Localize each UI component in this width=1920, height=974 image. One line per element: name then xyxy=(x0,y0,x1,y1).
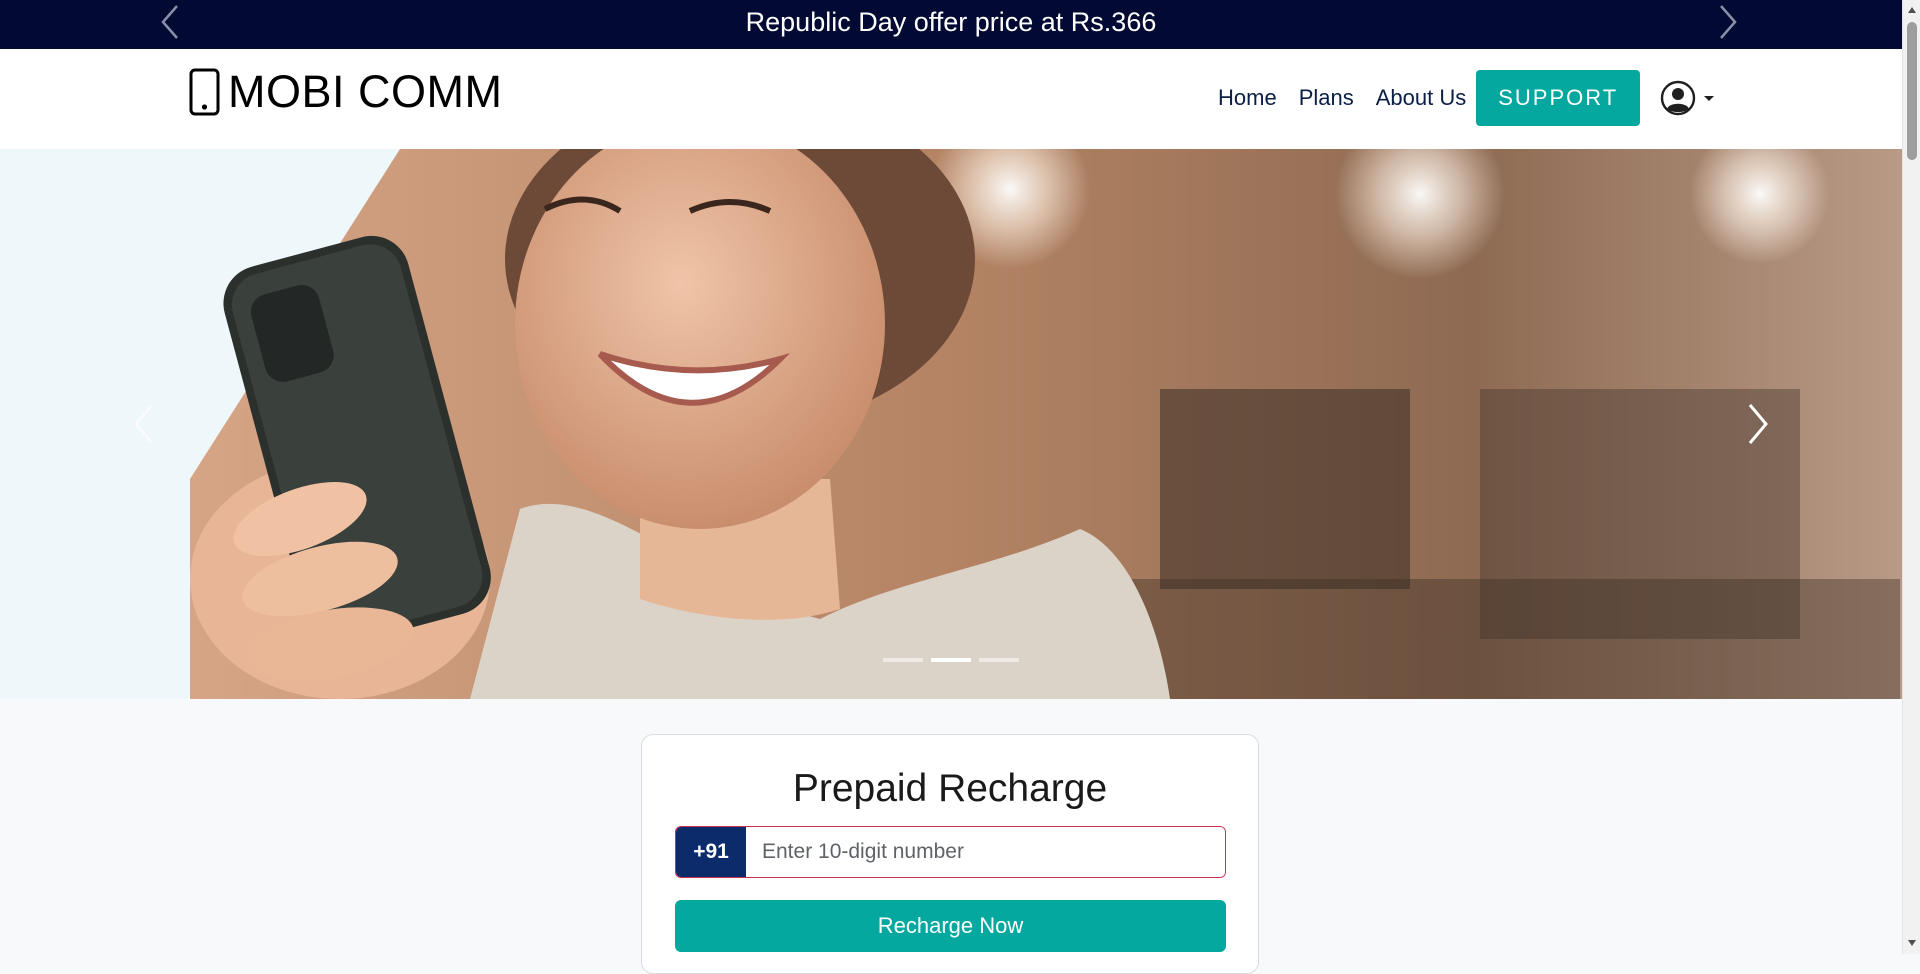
country-code-prefix: +91 xyxy=(676,827,746,877)
brand-name: MOBI COMM xyxy=(228,66,503,117)
user-avatar-icon xyxy=(1660,80,1696,116)
prepaid-recharge-card: Prepaid Recharge +91 Recharge Now xyxy=(641,734,1259,974)
announcement-text: Republic Day offer price at Rs.366 xyxy=(745,7,1157,37)
announcement-bar: Republic Day offer price at Rs.366 xyxy=(0,0,1902,49)
nav-home[interactable]: Home xyxy=(1218,85,1277,111)
hero-slide-image xyxy=(0,149,1902,699)
nav-plans[interactable]: Plans xyxy=(1299,85,1354,111)
mobile-number-input[interactable] xyxy=(746,827,1225,877)
carousel-indicator-1[interactable] xyxy=(883,658,923,662)
phone-number-group: +91 xyxy=(675,826,1226,878)
recharge-now-button[interactable]: Recharge Now xyxy=(675,900,1226,952)
recharge-title: Prepaid Recharge xyxy=(792,767,1108,810)
user-menu-toggle[interactable] xyxy=(1660,80,1716,116)
announcement-next-arrow-icon[interactable] xyxy=(1713,2,1743,42)
site-header: MOBI COMM Home Plans About Us SUPPORT xyxy=(0,49,1902,149)
carousel-indicator-3[interactable] xyxy=(979,658,1019,662)
caret-down-icon xyxy=(1704,96,1715,101)
support-button[interactable]: SUPPORT xyxy=(1476,70,1641,126)
carousel-next-arrow-icon[interactable] xyxy=(1738,399,1778,449)
main-nav: Home Plans About Us SUPPORT xyxy=(1200,69,1716,127)
scroll-down-arrow-icon[interactable] xyxy=(1907,939,1917,947)
scrollbar-thumb[interactable] xyxy=(1907,22,1917,160)
nav-about-us[interactable]: About Us xyxy=(1376,85,1467,111)
hero-carousel xyxy=(0,149,1902,699)
carousel-indicator-2[interactable] xyxy=(931,658,971,662)
page-scrollbar[interactable] xyxy=(1902,0,1920,954)
carousel-prev-arrow-icon[interactable] xyxy=(124,399,164,449)
brand-logo[interactable]: MOBI COMM xyxy=(188,67,502,117)
carousel-indicators xyxy=(0,658,1902,662)
mobile-phone-icon xyxy=(189,68,220,116)
scroll-up-arrow-icon[interactable] xyxy=(1907,6,1917,14)
